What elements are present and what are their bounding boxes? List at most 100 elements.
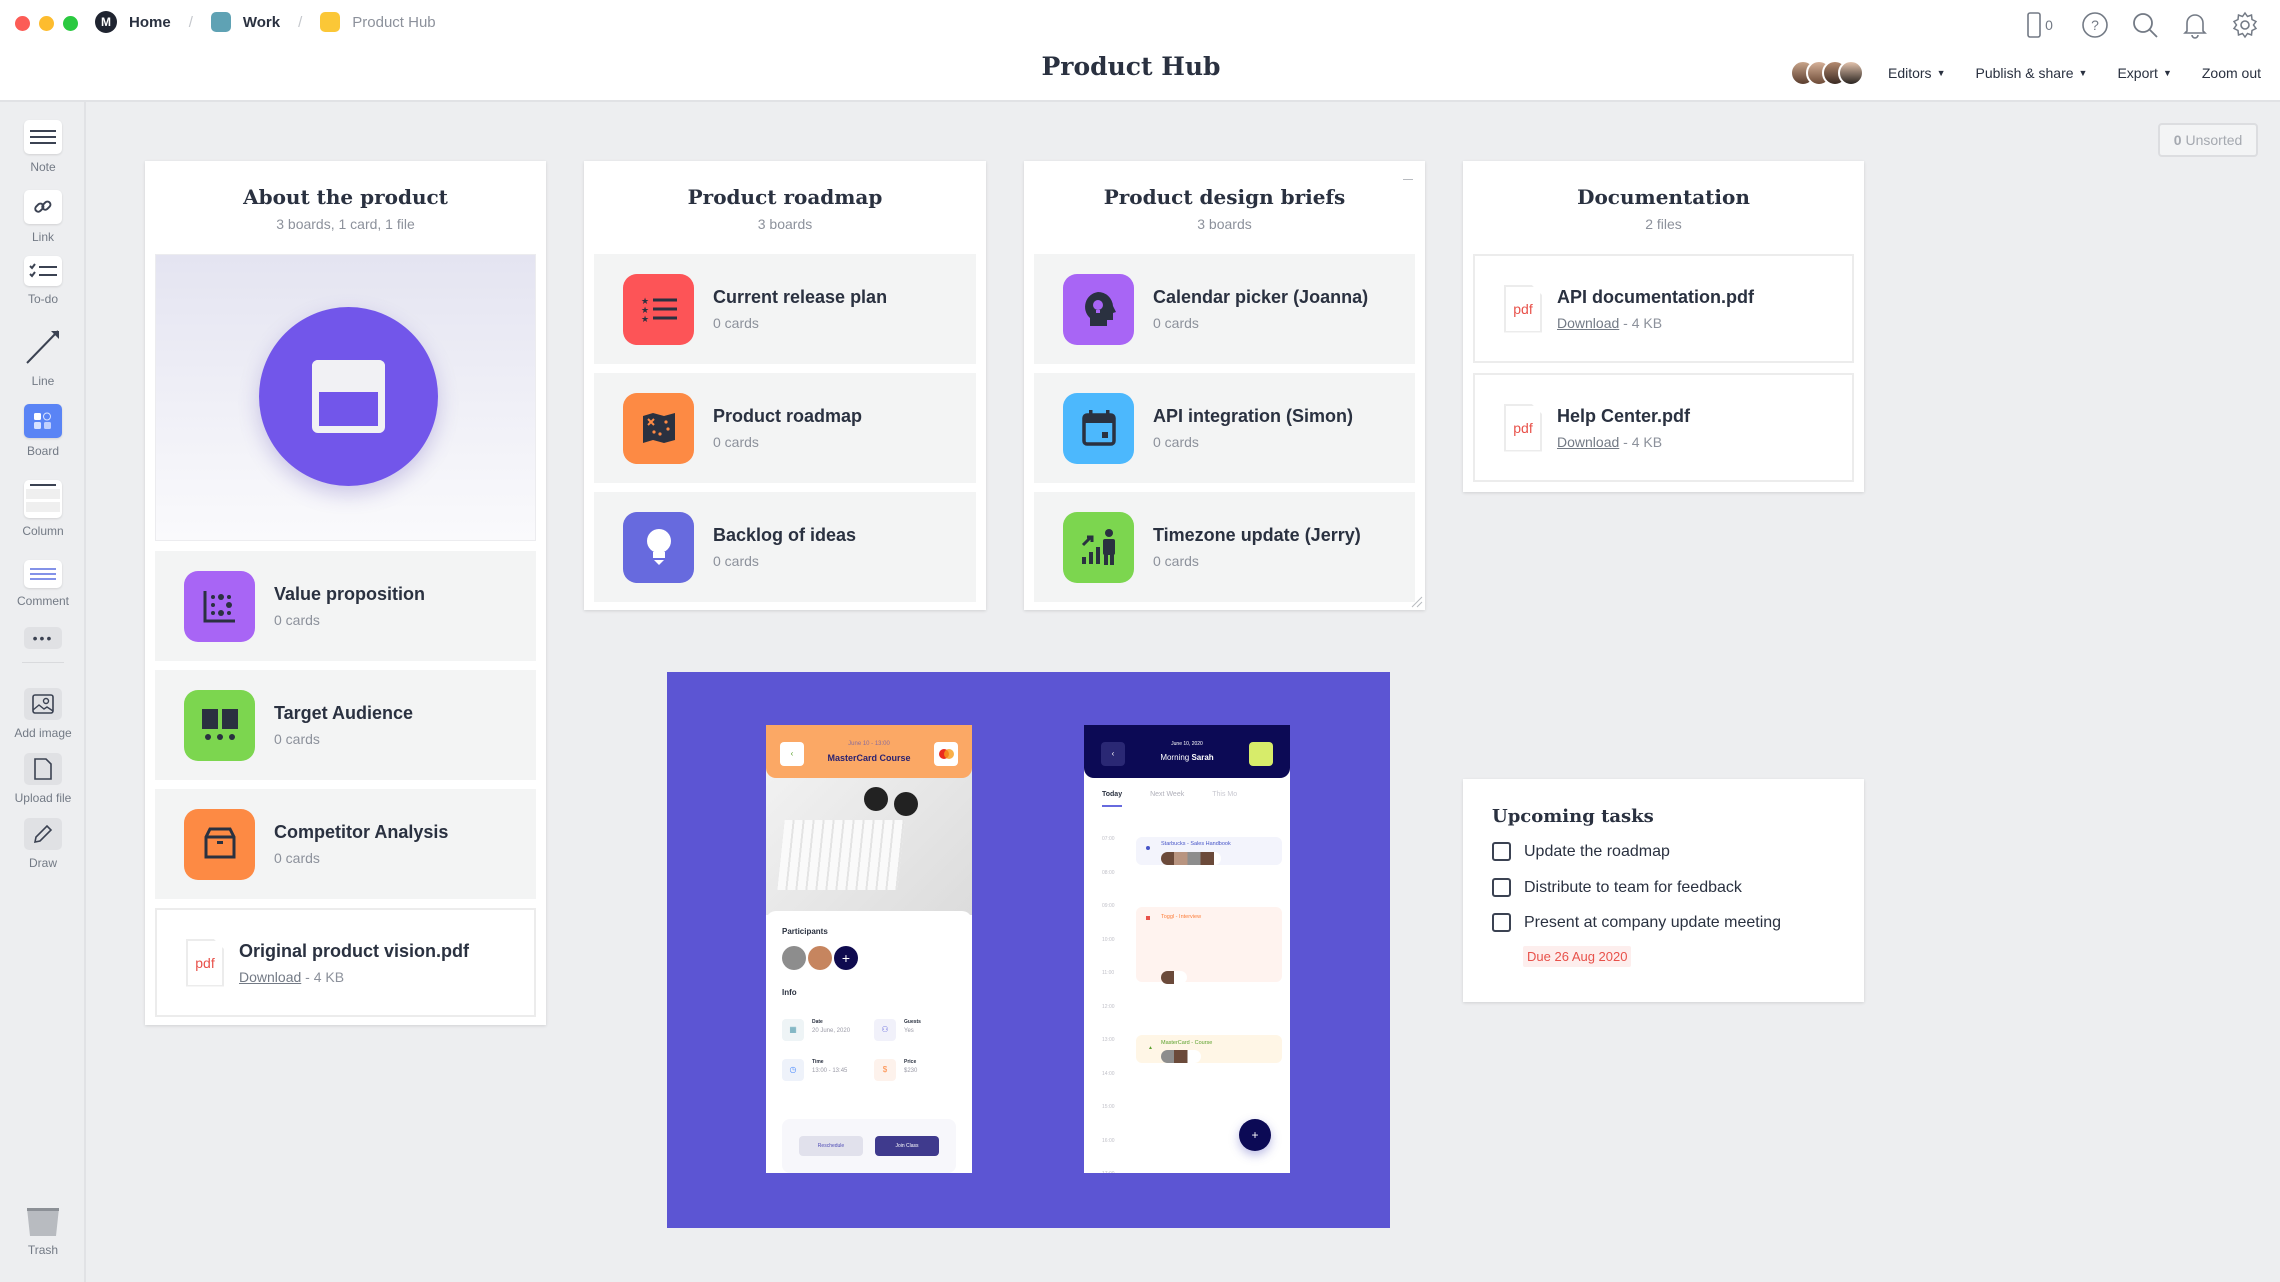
todo-item[interactable]: Distribute to team for feedback — [1492, 878, 1742, 897]
zoom-out-button[interactable]: Zoom out — [2202, 65, 2261, 81]
board-card[interactable]: API integration (Simon) 0 cards — [1034, 373, 1415, 483]
pdf-file-icon: pdf — [1504, 284, 1542, 333]
close-window-button[interactable] — [15, 16, 30, 31]
breadcrumb-home[interactable]: M Home — [95, 11, 171, 33]
tool-comment[interactable]: Comment — [0, 560, 86, 608]
checkbox[interactable] — [1492, 842, 1511, 861]
board-count: 0 cards — [713, 553, 759, 569]
collapse-icon[interactable] — [1403, 179, 1413, 180]
column-title: Documentation — [1577, 185, 1750, 209]
breadcrumb-separator: / — [188, 13, 193, 31]
tool-label: Line — [31, 374, 55, 388]
board-actions: Editors ▼ Publish & share ▼ Export ▼ Zoom o… — [1789, 60, 2261, 86]
tool-link[interactable]: Link — [0, 190, 86, 244]
publish-share-dropdown[interactable]: Publish & share ▼ — [1975, 65, 2087, 81]
info-time: ◷ Time 13:00 - 13:45 — [782, 1059, 864, 1081]
window-controls — [15, 16, 78, 31]
tool-board[interactable]: Board — [0, 404, 86, 458]
notifications-button[interactable] — [2180, 10, 2210, 40]
file-card[interactable]: pdf Original product vision.pdf Download… — [155, 908, 536, 1017]
search-button[interactable] — [2130, 10, 2160, 40]
file-card[interactable]: pdf Help Center.pdf Download - 4 KB — [1473, 373, 1854, 482]
growth-person-icon — [1063, 511, 1134, 583]
board-count: 0 cards — [713, 315, 759, 331]
hour-label: 16:00 — [1102, 1137, 1115, 1144]
board-card[interactable]: Timezone update (Jerry) 0 cards — [1034, 492, 1415, 602]
top-icon-bar: 0 ? — [2020, 10, 2260, 40]
hour-label: 07:00 — [1102, 836, 1115, 842]
checkbox[interactable] — [1492, 878, 1511, 897]
board-card[interactable]: Value proposition 0 cards — [155, 551, 536, 661]
tool-draw[interactable]: Draw — [0, 818, 86, 870]
add-event-icon: + — [1239, 1119, 1271, 1151]
file-type: pdf — [1513, 419, 1533, 436]
maximize-window-button[interactable] — [63, 16, 78, 31]
board-card[interactable]: Competitor Analysis 0 cards — [155, 789, 536, 899]
file-type: pdf — [1513, 300, 1533, 317]
mobile-devices-button[interactable]: 0 — [2020, 10, 2060, 40]
resize-handle[interactable] — [1411, 596, 1423, 608]
hour-label: 09:00 — [1102, 903, 1115, 909]
info-value: Yes — [904, 1028, 914, 1034]
calendar-icon: ▦ — [782, 1019, 804, 1041]
todo-item[interactable]: Present at company update meeting — [1492, 913, 1781, 932]
board-card[interactable]: ★ ★ ★ Current release plan 0 cards — [594, 254, 976, 364]
column-about-the-product[interactable]: About the product 3 boards, 1 card, 1 fi… — [145, 161, 546, 1025]
download-link[interactable]: Download — [239, 969, 301, 985]
tool-column[interactable]: Column — [0, 480, 86, 538]
column-product-design-briefs[interactable]: Product design briefs 3 boards Calendar … — [1024, 161, 1425, 610]
file-card[interactable]: pdf API documentation.pdf Download - 4 K… — [1473, 254, 1854, 363]
unsorted-button[interactable]: 0 Unsorted — [2158, 123, 2258, 157]
tool-note[interactable]: Note — [0, 120, 86, 174]
board-card[interactable]: Target Audience 0 cards — [155, 670, 536, 780]
more-tools-button[interactable]: ••• — [0, 627, 86, 649]
minimize-window-button[interactable] — [39, 16, 54, 31]
editors-label: Editors — [1887, 65, 1932, 81]
tool-upload-file[interactable]: Upload file — [0, 753, 86, 805]
checkbox[interactable] — [1492, 913, 1511, 932]
pdf-file-icon: pdf — [186, 938, 224, 987]
tool-label: Note — [30, 160, 56, 174]
top-bar: M Home / Work / Product Hub Product Hub … — [0, 0, 2280, 102]
tool-todo[interactable]: To-do — [0, 256, 86, 306]
info-value: 13:00 - 13:45 — [812, 1068, 848, 1074]
app-mockup-image[interactable]: ‹ June 10 - 13:00 MasterCard Course Part… — [667, 672, 1390, 1228]
trash-button[interactable]: Trash — [0, 1207, 86, 1257]
export-dropdown[interactable]: Export ▼ — [2117, 65, 2171, 81]
editors-dropdown[interactable]: Editors ▼ — [1888, 65, 1946, 81]
tool-label: Comment — [16, 594, 69, 608]
board-card[interactable]: Calendar picker (Joanna) 0 cards — [1034, 254, 1415, 364]
tool-add-image[interactable]: Add image — [0, 688, 86, 740]
board-card[interactable]: Backlog of ideas 0 cards — [594, 492, 976, 602]
todo-label: Present at company update meeting — [1524, 913, 1782, 931]
todo-card-upcoming-tasks[interactable]: Upcoming tasks Update the roadmap Distri… — [1463, 779, 1864, 1002]
download-link[interactable]: Download — [1557, 315, 1619, 331]
download-link[interactable]: Download — [1557, 434, 1619, 450]
tool-line[interactable]: Line — [0, 324, 86, 388]
info-label: Info — [782, 988, 797, 997]
todo-item[interactable]: Update the roadmap — [1492, 842, 1670, 861]
column-product-roadmap[interactable]: Product roadmap 3 boards ★ ★ ★ Current rel… — [584, 161, 986, 610]
settings-button[interactable] — [2230, 10, 2260, 40]
breadcrumb-product-hub[interactable]: Product Hub — [320, 12, 436, 32]
svg-text:?: ? — [2091, 17, 2099, 33]
export-label: Export — [2117, 65, 2158, 81]
column-title: Product roadmap — [687, 185, 883, 209]
column-documentation[interactable]: Documentation 2 files pdf API documentat… — [1463, 161, 1864, 492]
join-class-button: Join Class — [875, 1136, 939, 1156]
user-name: Sarah — [1191, 753, 1214, 762]
due-date-badge[interactable]: Due 26 Aug 2020 — [1523, 946, 1632, 967]
breadcrumb-work[interactable]: Work — [210, 12, 280, 32]
event-starbucks: Starbucks - Sales Handbook — [1136, 837, 1282, 865]
chevron-down-icon: ▼ — [2078, 68, 2088, 78]
editor-avatars[interactable] — [1789, 60, 1864, 86]
svg-text:★: ★ — [641, 314, 649, 322]
file-size: - 4 KB — [305, 968, 345, 985]
breadcrumb: M Home / Work / Product Hub — [95, 11, 436, 33]
product-image-card[interactable] — [155, 254, 536, 541]
box-icon — [184, 808, 255, 880]
hour-label: 17:00 — [1102, 1171, 1115, 1173]
board-name: Current release plan — [713, 287, 888, 307]
help-button[interactable]: ? — [2080, 10, 2110, 40]
board-card[interactable]: Product roadmap 0 cards — [594, 373, 976, 483]
